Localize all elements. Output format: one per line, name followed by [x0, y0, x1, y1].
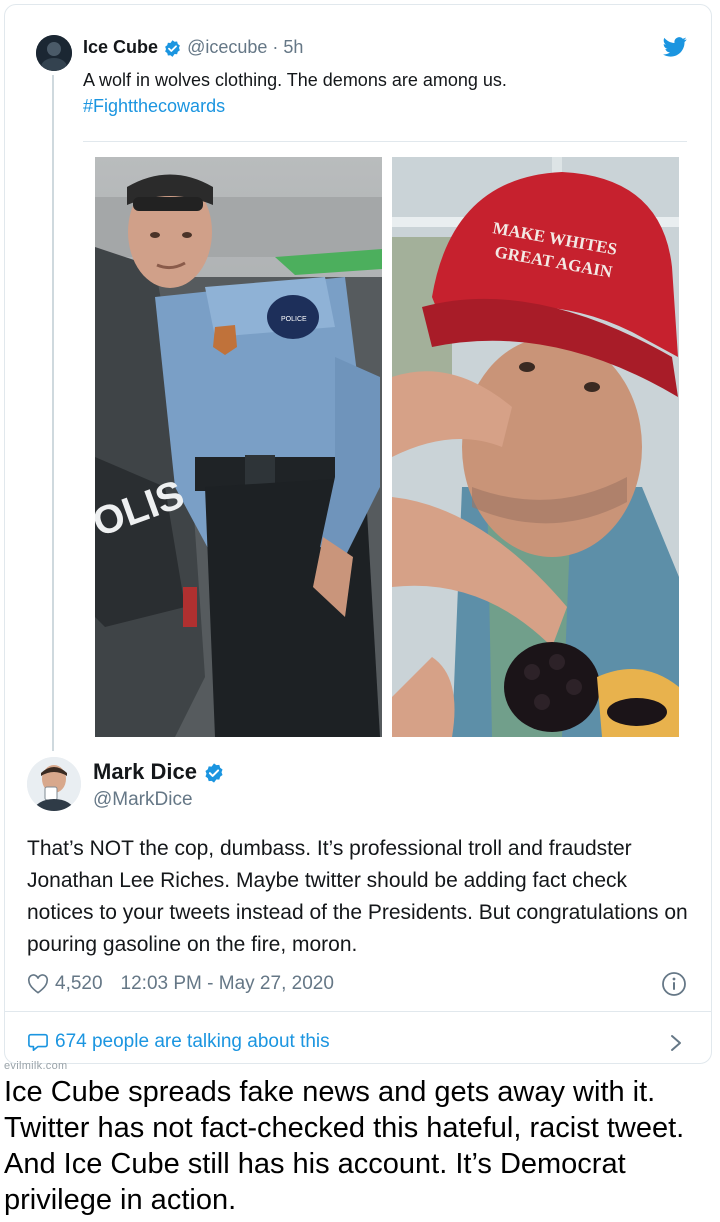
heart-icon: [27, 974, 49, 994]
tweet1-media[interactable]: POLICE OLIS MAKE WHITES GREAT AGAIN: [95, 157, 679, 737]
talking-link[interactable]: 674 people are talking about this: [27, 1031, 330, 1053]
icecube-avatar-image: [36, 35, 72, 71]
info-icon[interactable]: [661, 971, 687, 997]
twitter-bird-icon[interactable]: [663, 37, 687, 57]
hat-man-photo-illustration: MAKE WHITES GREAT AGAIN: [392, 157, 679, 737]
meme-caption: Ice Cube spreads fake news and gets away…: [4, 1076, 685, 1216]
tweet1-time[interactable]: 5h: [283, 37, 303, 57]
hat-man-photo[interactable]: MAKE WHITES GREAT AGAIN: [392, 157, 679, 737]
talking-count-text: 674 people are talking about this: [55, 1031, 330, 1052]
media-divider: [83, 141, 687, 142]
tweet1-text: A wolf in wolves clothing. The demons ar…: [83, 70, 507, 90]
like-button[interactable]: 4,520: [27, 973, 103, 995]
tweet1-body: A wolf in wolves clothing. The demons ar…: [83, 67, 663, 119]
tweet1-handle[interactable]: @icecube: [187, 37, 267, 57]
tweet-card: Ice Cube @icecube · 5h A wolf in wolves …: [4, 4, 712, 1064]
tweet2-author-name[interactable]: Mark Dice: [93, 759, 197, 784]
tweet2-meta: 4,520 12:03 PM - May 27, 2020: [27, 973, 334, 995]
tweet1-header: Ice Cube @icecube · 5h: [83, 37, 303, 58]
tweet1-hashtag[interactable]: #Fightthecowards: [83, 93, 663, 119]
tweet1-author-name[interactable]: Ice Cube: [83, 37, 158, 57]
markdice-avatar[interactable]: [27, 757, 81, 811]
verified-icon: [205, 763, 223, 783]
watermark: evilmilk.com: [4, 1060, 68, 1072]
thread-line: [52, 75, 54, 751]
tweet2-handle[interactable]: @MarkDice: [93, 789, 193, 811]
markdice-avatar-image: [27, 757, 81, 811]
tweet2-text: That’s NOT the cop, dumbass. It’s profes…: [27, 837, 688, 956]
footer-divider: [5, 1011, 711, 1012]
chevron-right-icon[interactable]: [669, 1033, 683, 1053]
verified-icon: [165, 39, 180, 57]
tweet1-separator: ·: [272, 37, 279, 57]
like-count: 4,520: [55, 973, 103, 994]
officer-photo[interactable]: POLICE OLIS: [95, 157, 382, 737]
police-patch-text: POLICE: [281, 316, 307, 323]
officer-photo-illustration: POLICE OLIS: [95, 157, 382, 737]
icecube-avatar[interactable]: [36, 35, 72, 71]
tweet2-header: Mark Dice: [93, 759, 225, 785]
reply-bubble-icon: [28, 1033, 48, 1051]
tweet2-timestamp[interactable]: 12:03 PM - May 27, 2020: [121, 973, 334, 995]
